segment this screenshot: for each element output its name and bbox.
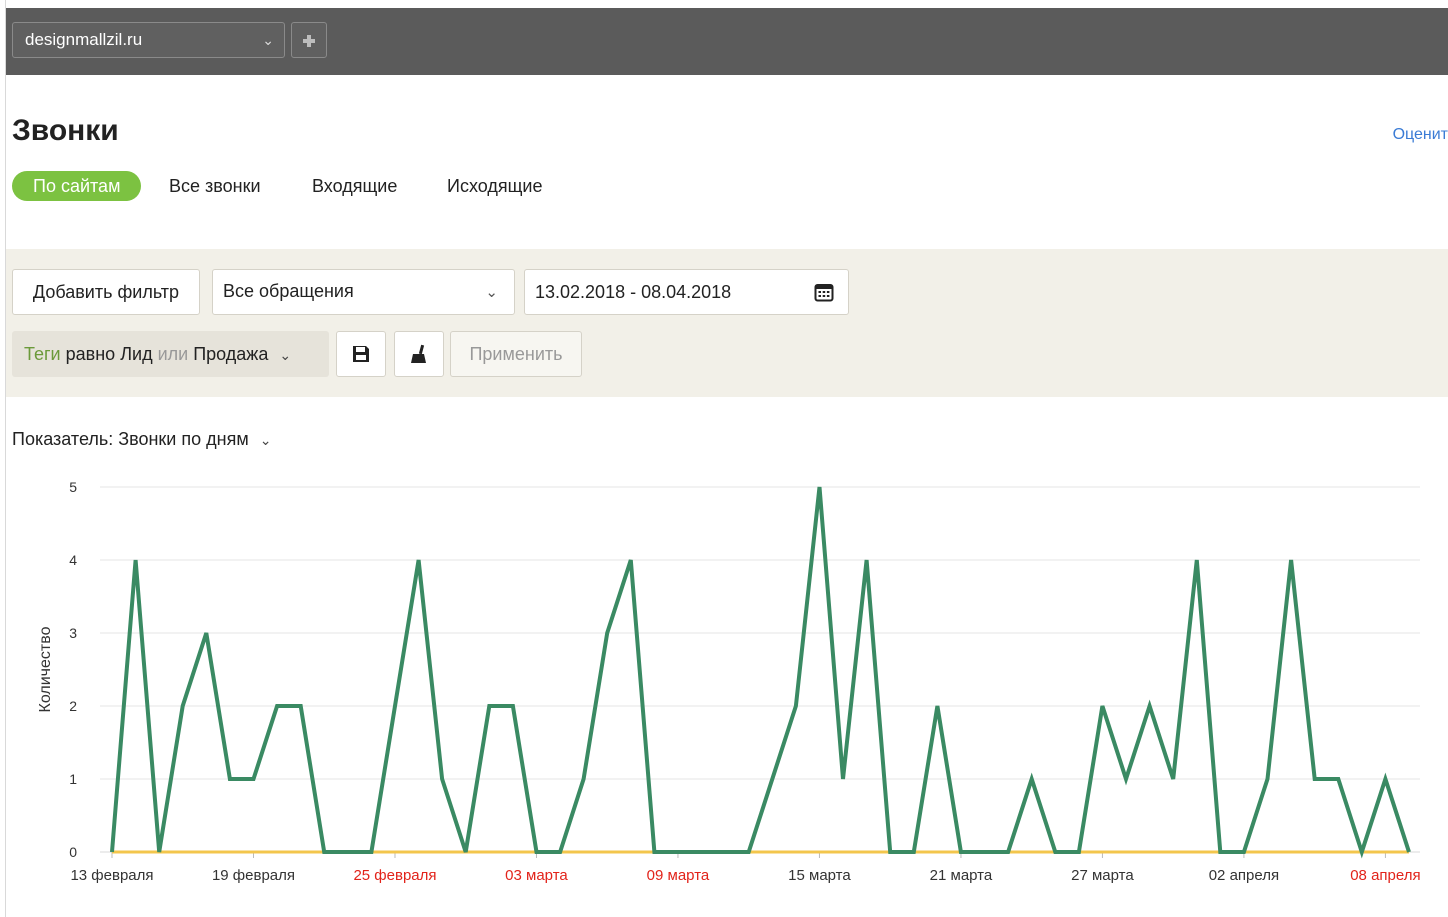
tab-incoming[interactable]: Входящие (312, 171, 397, 201)
y-tick-label: 5 (69, 479, 77, 495)
chevron-down-icon: ⌄ (279, 347, 292, 363)
x-tick-label: 19 февраля (212, 867, 295, 884)
indicator-label: Показатель: (12, 429, 114, 449)
y-axis-label: Количество (37, 626, 54, 712)
add-filter-button[interactable]: Добавить фильтр (12, 269, 200, 315)
y-tick-label: 1 (69, 771, 77, 787)
x-tick-label: 15 марта (788, 867, 851, 884)
y-tick-label: 3 (69, 625, 77, 641)
tab-all-calls[interactable]: Все звонки (169, 171, 261, 201)
x-tick-label: 21 марта (930, 867, 993, 884)
chevron-down-icon: ⌄ (485, 284, 498, 301)
request-type-value: Все обращения (223, 281, 354, 301)
y-tick-label: 0 (69, 844, 77, 860)
tag-filter-chip[interactable]: Теги равно Лид или Продажа ⌄ (12, 331, 329, 377)
x-tick-label: 08 апреля (1350, 867, 1420, 884)
apply-button[interactable]: Применить (450, 331, 582, 377)
tab-by-sites[interactable]: По сайтам (12, 171, 142, 201)
x-tick-label: 02 апреля (1209, 867, 1279, 884)
broom-icon (411, 344, 426, 363)
top-bar: designmallzil.ru ⌄ (6, 8, 1448, 75)
rate-link[interactable]: Оценит (1393, 126, 1448, 144)
add-site-button[interactable] (291, 22, 327, 58)
request-type-select[interactable]: Все обращения ⌄ (212, 269, 515, 315)
date-range-value: 13.02.2018 - 08.04.2018 (535, 282, 732, 302)
x-tick-label: 09 марта (647, 867, 710, 884)
series-line-calls (110, 486, 1411, 859)
clear-filter-button[interactable] (394, 331, 444, 377)
calendar-icon[interactable] (814, 282, 834, 302)
chevron-down-icon: ⌄ (262, 32, 274, 48)
x-tick-label: 13 февраля (70, 867, 153, 884)
x-tick-label: 25 февраля (353, 867, 436, 884)
y-tick-label: 4 (69, 552, 77, 568)
tag-filter-field: Теги (24, 344, 61, 364)
save-icon (353, 346, 369, 362)
tag-filter-op: равно (65, 344, 116, 364)
page-title: Звонки (12, 114, 119, 147)
y-tick-label: 2 (69, 698, 77, 714)
x-tick-label: 27 марта (1071, 867, 1134, 884)
tag-filter-value1: Лид (120, 344, 153, 364)
tag-filter-value2: Продажа (193, 344, 269, 364)
filter-panel: Добавить фильтр Все обращения ⌄ 13.02.20… (6, 249, 1448, 397)
site-select-value: designmallzil.ru (25, 30, 143, 49)
date-range-field[interactable]: 13.02.2018 - 08.04.2018 (524, 269, 849, 315)
calls-line-chart: 0 1 2 3 4 5 Количество 13 февраля 19 февраля 25 ф… (37, 479, 1421, 884)
tag-filter-or: или (157, 344, 189, 364)
indicator-select[interactable]: Показатель: Звонки по дням ⌄ (12, 429, 271, 450)
tab-outgoing[interactable]: Исходящие (447, 171, 542, 201)
indicator-value: Звонки по дням (118, 429, 249, 449)
x-tick-label: 03 марта (505, 867, 568, 884)
save-filter-button[interactable] (336, 331, 386, 377)
chevron-down-icon: ⌄ (259, 432, 272, 448)
site-select[interactable]: designmallzil.ru ⌄ (12, 22, 285, 58)
